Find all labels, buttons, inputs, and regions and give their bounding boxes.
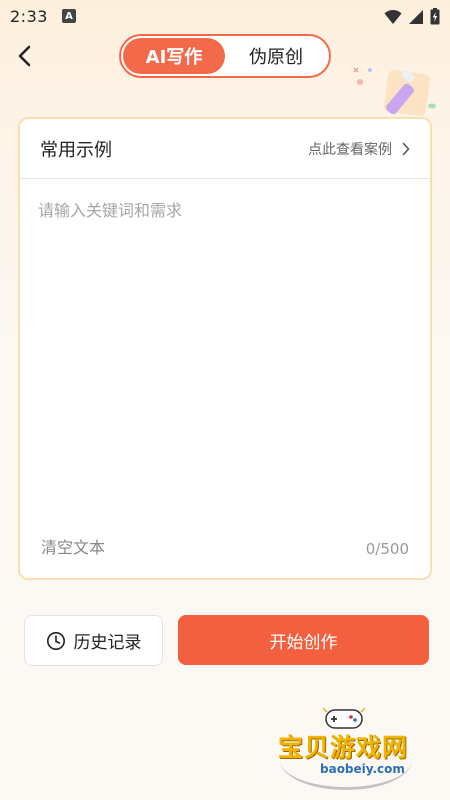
status-time: 2:33 [10,6,48,26]
watermark-logo: 宝贝游戏网 baobeiy.com [270,700,430,790]
signal-icon [409,9,423,24]
watermark-name: 宝贝游戏网 [278,733,409,762]
watermark-url: baobeiy.com [320,762,405,776]
pencil-illustration [353,67,436,116]
tab-ai-writing[interactable]: AI写作 [123,38,225,74]
editor-area: 清空文本 0/500 [20,179,430,578]
history-label: 历史记录 [73,633,142,653]
back-button[interactable] [10,42,38,70]
notification-icon: A [61,9,76,23]
keyword-input[interactable] [38,197,414,497]
battery-icon [430,8,440,25]
chevron-left-icon [18,45,31,67]
examples-header[interactable]: 常用示例 点此查看案例 [20,119,430,179]
status-bar: 2:33 A [0,0,450,32]
history-button[interactable]: 历史记录 [24,615,163,666]
view-examples-label: 点此查看案例 [308,141,392,158]
status-icons [384,8,440,25]
char-counter: 0/500 [365,540,409,558]
clear-text-button[interactable]: 清空文本 [41,534,105,558]
view-examples-link[interactable]: 点此查看案例 [308,139,410,159]
examples-title: 常用示例 [40,139,112,161]
chevron-right-icon [402,142,410,155]
wifi-icon [384,9,402,24]
mode-tabs: AI写作 伪原创 [119,34,331,78]
input-card: 常用示例 点此查看案例 清空文本 0/500 [18,117,432,580]
tab-pseudo-original[interactable]: 伪原创 [225,38,327,74]
start-writing-button[interactable]: 开始创作 [178,615,429,665]
clock-icon [46,631,65,650]
